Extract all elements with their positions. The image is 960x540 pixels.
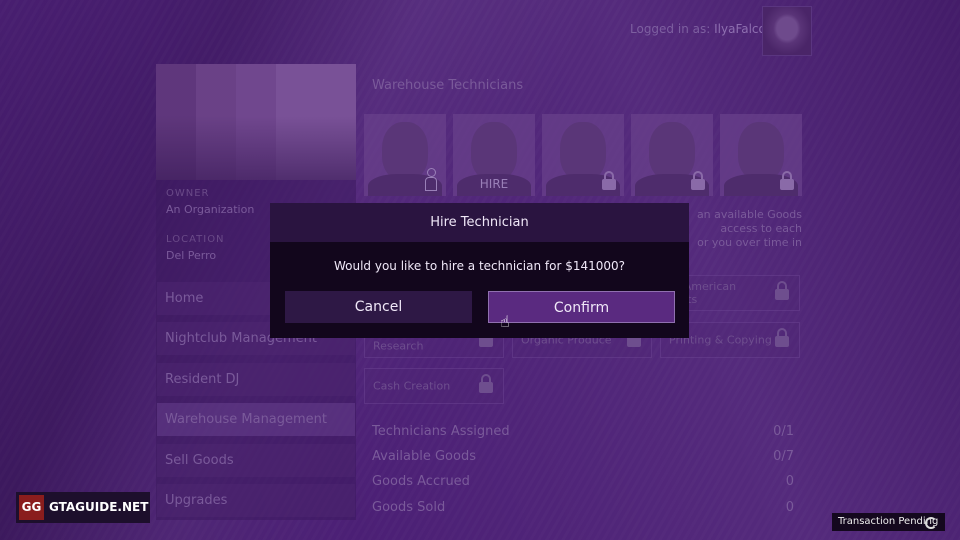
- stat-label: Available Goods: [372, 449, 476, 464]
- sidebar-item-sell-goods[interactable]: Sell Goods: [157, 444, 355, 477]
- dialog-message: Would you like to hire a technician for …: [333, 259, 626, 273]
- technician-slot-4[interactable]: [631, 114, 713, 196]
- goods-label: Cash Creation: [373, 379, 451, 393]
- logged-in-label: Logged in as:: [630, 22, 711, 36]
- stat-value: 0/1: [773, 424, 794, 439]
- stat-value: 0: [785, 500, 794, 515]
- lock-icon: [691, 171, 705, 190]
- technician-slot-5[interactable]: [720, 114, 802, 196]
- sidebar-item-upgrades[interactable]: Upgrades: [157, 484, 355, 517]
- lock-icon: [775, 281, 789, 300]
- technician-slot-1[interactable]: [364, 114, 446, 196]
- technician-slot-3[interactable]: [542, 114, 624, 196]
- technician-portrait: [382, 122, 428, 180]
- logged-in-status: Logged in as: IlyaFalcon: [630, 22, 773, 36]
- lock-icon: [775, 328, 789, 347]
- stat-label: Technicians Assigned: [372, 424, 510, 439]
- watermark-site: GTAGUIDE.NET: [49, 500, 149, 514]
- confirm-button[interactable]: Confirm: [488, 291, 675, 323]
- stat-available-goods: Available Goods 0/7: [372, 449, 794, 464]
- watermark: GG GTAGUIDE.NET: [16, 492, 150, 523]
- hire-label: HIRE: [479, 177, 509, 191]
- hire-technician-dialog: Hire Technician Would you like to hire a…: [270, 203, 689, 338]
- goods-label: Research: [373, 339, 424, 353]
- technician-slot-2[interactable]: HIRE: [453, 114, 535, 196]
- person-icon: [424, 168, 438, 191]
- lock-icon: [479, 374, 493, 393]
- sidebar-item-warehouse-management[interactable]: Warehouse Management: [157, 403, 355, 436]
- lock-icon: [780, 171, 794, 190]
- stat-label: Goods Sold: [372, 500, 446, 515]
- owner-label: OWNER: [166, 188, 210, 199]
- stat-goods-accrued: Goods Accrued 0: [372, 474, 794, 489]
- property-photo: [156, 64, 356, 180]
- location-label: LOCATION: [166, 234, 225, 245]
- location-value: Del Perro: [166, 249, 217, 262]
- transaction-status-text: Transaction Pending: [838, 516, 939, 527]
- watermark-badge: GG: [19, 495, 44, 520]
- stat-value: 0/7: [773, 449, 794, 464]
- user-avatar: [762, 6, 812, 56]
- sidebar-item-resident-dj[interactable]: Resident DJ: [157, 363, 355, 396]
- stat-goods-sold: Goods Sold 0: [372, 500, 794, 515]
- lock-icon: [602, 171, 616, 190]
- technician-portrait: [649, 122, 695, 180]
- owner-value: An Organization: [166, 203, 255, 216]
- cancel-button[interactable]: Cancel: [285, 291, 472, 323]
- stat-label: Goods Accrued: [372, 474, 470, 489]
- stat-value: 0: [785, 474, 794, 489]
- technician-portrait: [560, 122, 606, 180]
- section-title: Warehouse Technicians: [372, 78, 524, 93]
- technician-portrait: [738, 122, 784, 180]
- technician-portrait: [471, 122, 517, 180]
- goods-cash-creation[interactable]: Cash Creation: [364, 368, 504, 404]
- hand-cursor-icon: ☝: [500, 312, 510, 331]
- stat-technicians-assigned: Technicians Assigned 0/1: [372, 424, 794, 439]
- loading-spinner-icon: [925, 517, 937, 529]
- dialog-title: Hire Technician: [270, 203, 689, 242]
- transaction-status: Transaction Pending: [832, 513, 945, 531]
